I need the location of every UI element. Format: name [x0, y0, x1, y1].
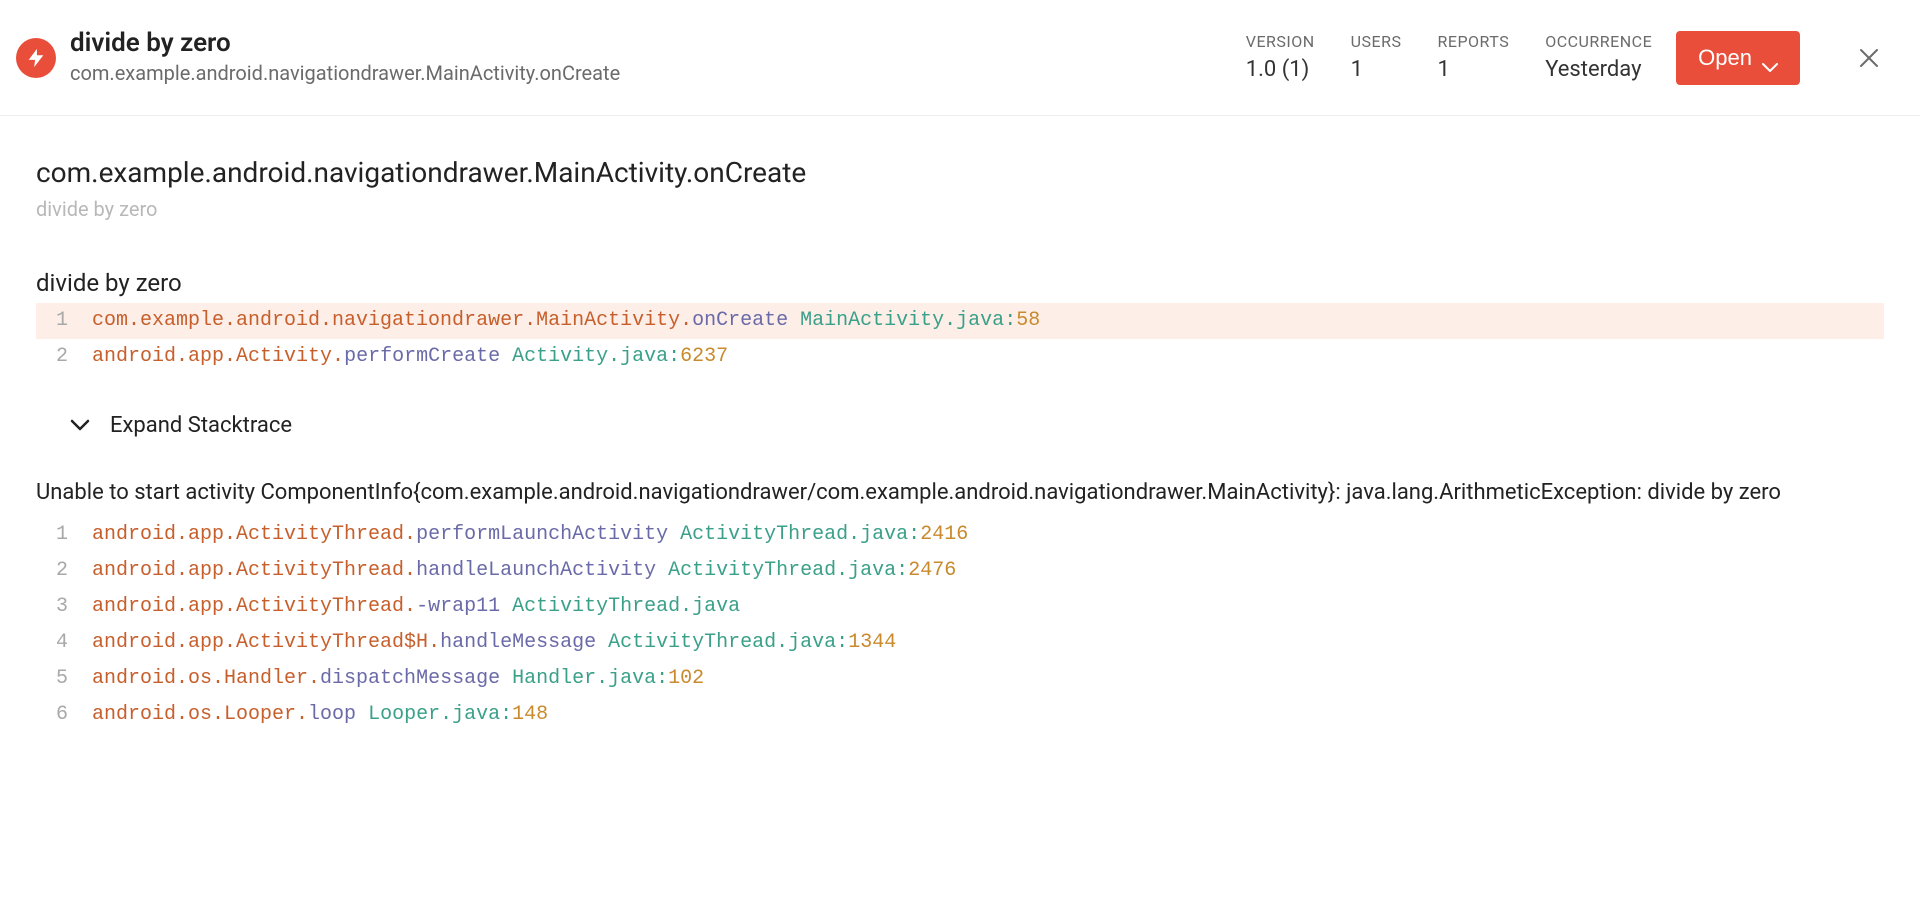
stat-label: REPORTS — [1438, 32, 1510, 51]
stat-value: 1.0 (1) — [1246, 57, 1315, 83]
stackframe-row[interactable]: 1com.example.android.navigationdrawer.Ma… — [36, 303, 1884, 339]
stackframe-index: 3 — [36, 591, 92, 623]
issue-title-block: divide by zero com.example.android.navig… — [70, 28, 620, 87]
issue-subtitle: com.example.android.navigationdrawer.Mai… — [70, 59, 620, 87]
section-title: com.example.android.navigationdrawer.Mai… — [36, 156, 1884, 189]
section-subtitle: divide by zero — [36, 197, 1884, 221]
stackframe-code: android.app.ActivityThread.-wrap11 Activ… — [92, 591, 740, 623]
stat-value: 1 — [1438, 57, 1510, 83]
chevron-down-icon — [70, 416, 90, 435]
issue-header: divide by zero com.example.android.navig… — [0, 0, 1920, 116]
stackframe-code: android.app.Activity.performCreate Activ… — [92, 341, 728, 373]
close-icon[interactable] — [1854, 43, 1884, 73]
stackframe-row[interactable]: 3android.app.ActivityThread.-wrap11 Acti… — [36, 589, 1884, 625]
open-button[interactable]: Open — [1676, 31, 1800, 85]
stackframe-index: 1 — [36, 519, 92, 551]
stacktrace-list: 1com.example.android.navigationdrawer.Ma… — [36, 303, 1884, 375]
stackframe-row[interactable]: 2android.app.ActivityThread.handleLaunch… — [36, 553, 1884, 589]
crash-icon — [16, 38, 56, 78]
stackframe-index: 6 — [36, 699, 92, 731]
stackframe-code: android.app.ActivityThread.handleLaunchA… — [92, 555, 956, 587]
expand-stacktrace-button[interactable]: Expand Stacktrace — [36, 413, 1884, 438]
stackframe-index: 2 — [36, 341, 92, 373]
stackframe-row[interactable]: 6android.os.Looper.loop Looper.java:148 — [36, 697, 1884, 733]
stat-users: USERS 1 — [1351, 32, 1402, 84]
stackframe-code: android.app.ActivityThread$H.handleMessa… — [92, 627, 896, 659]
stat-label: USERS — [1351, 32, 1402, 51]
stat-version: VERSION 1.0 (1) — [1246, 32, 1315, 84]
stackframe-row[interactable]: 5android.os.Handler.dispatchMessage Hand… — [36, 661, 1884, 697]
issue-title: divide by zero — [70, 28, 620, 59]
stat-value: 1 — [1351, 57, 1402, 83]
stackframe-row[interactable]: 1android.app.ActivityThread.performLaunc… — [36, 517, 1884, 553]
stackframe-index: 1 — [36, 305, 92, 337]
exception-name: divide by zero — [36, 269, 1884, 297]
stackframe-code: android.os.Looper.loop Looper.java:148 — [92, 699, 548, 731]
issue-stats: VERSION 1.0 (1) USERS 1 REPORTS 1 OCCURR… — [1246, 32, 1652, 84]
exception-message: Unable to start activity ComponentInfo{c… — [36, 476, 1884, 509]
stackframe-row[interactable]: 4android.app.ActivityThread$H.handleMess… — [36, 625, 1884, 661]
stackframe-code: android.app.ActivityThread.performLaunch… — [92, 519, 968, 551]
stackframe-code: android.os.Handler.dispatchMessage Handl… — [92, 663, 704, 695]
issue-content: com.example.android.navigationdrawer.Mai… — [0, 116, 1920, 773]
stat-reports: REPORTS 1 — [1438, 32, 1510, 84]
stat-value: Yesterday — [1545, 57, 1652, 83]
stackframe-index: 5 — [36, 663, 92, 695]
stackframe-index: 4 — [36, 627, 92, 659]
stat-label: OCCURRENCE — [1545, 32, 1652, 51]
chevron-down-icon — [1762, 53, 1778, 63]
stat-label: VERSION — [1246, 32, 1315, 51]
expand-stacktrace-label: Expand Stacktrace — [110, 413, 292, 438]
stacktrace-list: 1android.app.ActivityThread.performLaunc… — [36, 517, 1884, 733]
stackframe-index: 2 — [36, 555, 92, 587]
stackframe-row[interactable]: 2android.app.Activity.performCreate Acti… — [36, 339, 1884, 375]
stat-occurrence: OCCURRENCE Yesterday — [1545, 32, 1652, 84]
open-button-label: Open — [1698, 45, 1752, 71]
stackframe-code: com.example.android.navigationdrawer.Mai… — [92, 305, 1040, 337]
